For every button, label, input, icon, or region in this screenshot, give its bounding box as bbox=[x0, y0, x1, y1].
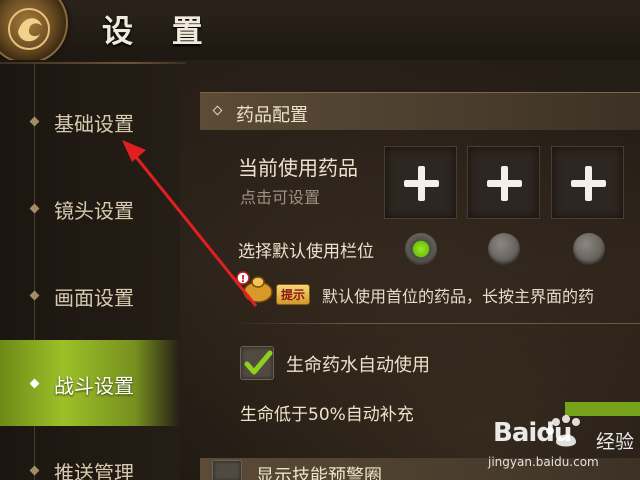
medicine-slot-1[interactable] bbox=[384, 146, 457, 219]
sidebar-item-push-management[interactable]: 推送管理 bbox=[0, 442, 180, 480]
medicine-slot-2[interactable] bbox=[467, 146, 540, 219]
watermark-brand: Baidu bbox=[493, 418, 572, 448]
diamond-bullet-icon bbox=[29, 116, 40, 127]
svg-text:!: ! bbox=[241, 274, 246, 285]
watermark-cn: 经验 bbox=[596, 431, 635, 453]
sidebar-item-label: 战斗设置 bbox=[54, 374, 134, 398]
sidebar-item-camera-settings[interactable]: 镜头设置 bbox=[0, 180, 180, 238]
diamond-bullet-icon bbox=[29, 465, 40, 476]
diamond-bullet-icon bbox=[29, 378, 40, 389]
default-slot-radio-2[interactable] bbox=[488, 233, 520, 265]
potion-tip-icon: ! bbox=[236, 271, 273, 303]
default-slot-label: 选择默认使用栏位 bbox=[238, 242, 374, 262]
hp-threshold-label: 生命低于50%自动补充 bbox=[240, 405, 414, 425]
skill-warning-checkbox[interactable] bbox=[212, 460, 242, 480]
section-divider bbox=[228, 323, 640, 324]
auto-use-checkbox[interactable] bbox=[240, 346, 274, 380]
sidebar-item-label: 画面设置 bbox=[54, 286, 134, 310]
default-slot-radio-1[interactable] bbox=[405, 233, 437, 265]
auto-use-label: 生命药水自动使用 bbox=[286, 355, 430, 376]
medicine-slot-3[interactable] bbox=[551, 146, 624, 219]
default-slot-radio-3[interactable] bbox=[573, 233, 605, 265]
tip-badge: 提示 bbox=[276, 284, 311, 305]
section-header-medicine: 药品配置 bbox=[200, 92, 640, 130]
checkmark-icon bbox=[244, 350, 273, 375]
sidebar-item-basic-settings[interactable]: 基础设置 bbox=[0, 93, 180, 151]
sidebar-item-label: 推送管理 bbox=[54, 461, 134, 480]
section-title: 药品配置 bbox=[236, 105, 308, 126]
skill-warning-label: 显示技能预警圈 bbox=[256, 466, 382, 480]
sidebar-item-graphics-settings[interactable]: 画面设置 bbox=[0, 267, 180, 325]
sidebar-item-label: 基础设置 bbox=[54, 112, 134, 136]
click-to-set-hint: 点击可设置 bbox=[240, 188, 321, 207]
plus-icon-stroke bbox=[585, 166, 592, 201]
watermark-url: jingyan.baidu.com bbox=[488, 455, 599, 469]
sidebar-item-label: 镜头设置 bbox=[54, 199, 134, 223]
diamond-icon bbox=[212, 105, 223, 116]
current-medicine-label: 当前使用药品 bbox=[238, 156, 358, 180]
sidebar-divider bbox=[0, 62, 186, 64]
diamond-bullet-icon bbox=[29, 290, 40, 301]
tip-text: 默认使用首位的药品，长按主界面的药 bbox=[322, 287, 595, 306]
header-bar bbox=[0, 0, 640, 60]
sidebar-item-combat-settings[interactable]: 战斗设置 bbox=[0, 340, 180, 426]
page-title: 设 置 bbox=[102, 14, 217, 50]
plus-icon-stroke bbox=[418, 166, 425, 201]
diamond-bullet-icon bbox=[29, 203, 40, 214]
plus-icon-stroke bbox=[501, 166, 508, 201]
